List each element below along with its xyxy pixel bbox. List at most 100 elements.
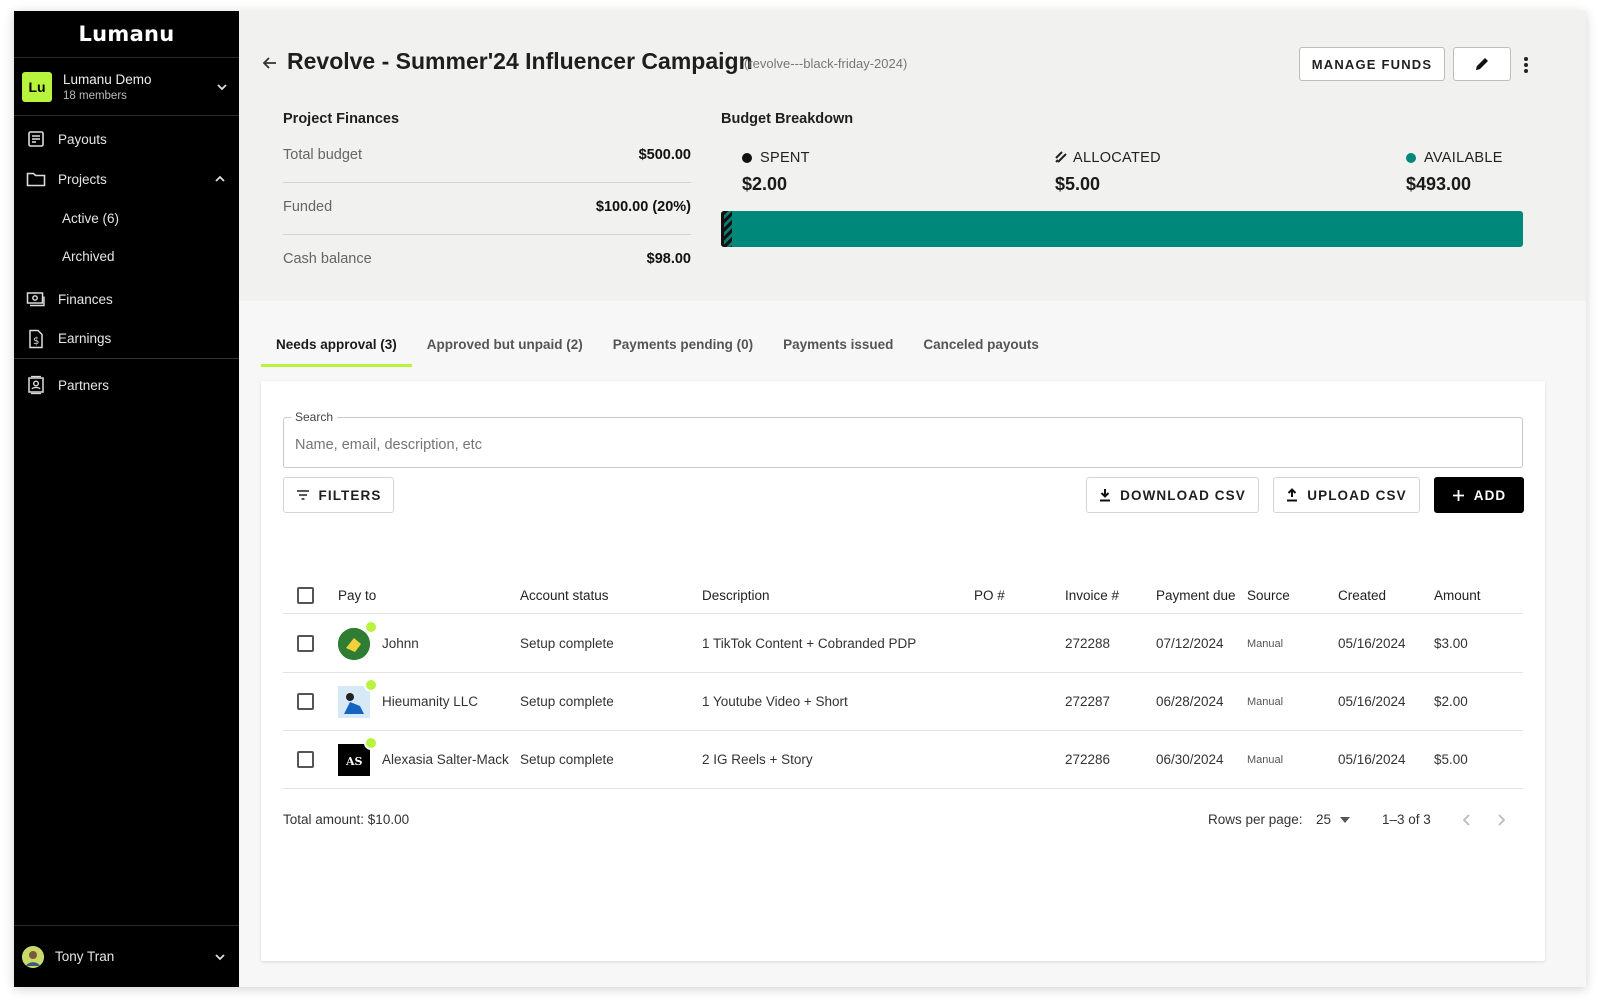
finance-label: Funded xyxy=(283,199,333,215)
rows-per-page-select[interactable]: 25 xyxy=(1316,812,1351,827)
amount: $2.00 xyxy=(1434,694,1468,709)
payee-name[interactable]: Alexasia Salter-Mack xyxy=(382,752,509,767)
account-status: Setup complete xyxy=(520,636,614,651)
sidebar-item-label: Earnings xyxy=(58,331,112,346)
account-status: Setup complete xyxy=(520,752,614,767)
manage-funds-button[interactable]: MANAGE FUNDS xyxy=(1299,47,1445,81)
org-switcher[interactable]: Lu Lumanu Demo 18 members xyxy=(14,58,239,116)
col-created[interactable]: Created xyxy=(1338,578,1386,613)
filter-icon xyxy=(296,490,309,500)
contacts-icon xyxy=(26,375,46,395)
created-date: 05/16/2024 xyxy=(1338,694,1406,709)
filters-button[interactable]: FILTERS xyxy=(283,477,394,513)
verified-icon xyxy=(364,735,378,750)
avatar xyxy=(338,619,378,660)
page-title: Revolve - Summer'24 Influencer Campaign xyxy=(287,48,753,74)
sidebar-item-projects[interactable]: Projects xyxy=(14,159,239,199)
sidebar-item-label: Finances xyxy=(58,291,113,307)
app-logo[interactable]: Lumanu xyxy=(14,11,239,58)
finance-value: $98.00 xyxy=(646,251,691,267)
project-header: Revolve - Summer'24 Influencer Campaign … xyxy=(239,11,1586,301)
col-invoice[interactable]: Invoice # xyxy=(1065,578,1119,613)
chevron-right-icon[interactable] xyxy=(1497,813,1507,827)
row-checkbox[interactable] xyxy=(297,693,314,710)
source: Manual xyxy=(1247,695,1284,708)
upload-icon xyxy=(1287,488,1298,502)
chevron-up-icon xyxy=(215,175,225,182)
select-all-checkbox[interactable] xyxy=(297,587,314,604)
budget-bar xyxy=(721,211,1523,247)
avatar xyxy=(338,677,378,718)
download-csv-button[interactable]: DOWNLOAD CSV xyxy=(1086,477,1259,513)
upload-csv-button[interactable]: UPLOAD CSV xyxy=(1273,477,1420,513)
sidebar-item-label: Payouts xyxy=(58,131,107,147)
col-description[interactable]: Description xyxy=(702,578,770,613)
finance-row-total-budget: Total budget $500.00 xyxy=(283,147,691,163)
table-row[interactable]: AS Alexasia Salter-Mack Setup complete 2… xyxy=(283,731,1523,789)
description: 1 Youtube Video + Short xyxy=(702,694,848,709)
legend-spent: SPENT xyxy=(742,150,810,166)
add-button[interactable]: ADD xyxy=(1434,477,1524,513)
col-payment-due[interactable]: Payment due xyxy=(1156,578,1236,613)
striped-icon xyxy=(1055,151,1067,163)
finance-value: $100.00 (20%) xyxy=(595,199,691,215)
description: 1 TikTok Content + Cobranded PDP xyxy=(702,636,917,651)
col-pay-to[interactable]: Pay to xyxy=(338,578,376,613)
sidebar-item-archived[interactable]: Archived xyxy=(14,237,239,275)
chevron-left-icon[interactable] xyxy=(1461,813,1471,827)
user-menu[interactable]: Tony Tran xyxy=(14,925,239,987)
sidebar-item-partners[interactable]: Partners xyxy=(14,365,239,405)
payee-name[interactable]: Hieumanity LLC xyxy=(382,694,478,709)
money-icon xyxy=(26,289,46,309)
amount: $3.00 xyxy=(1434,636,1468,651)
app-window: Lumanu Lu Lumanu Demo 18 members Payouts… xyxy=(14,11,1586,987)
table-row[interactable]: Johnn Setup complete 1 TikTok Content + … xyxy=(283,615,1523,673)
payee-name[interactable]: Johnn xyxy=(382,636,419,651)
col-account-status[interactable]: Account status xyxy=(520,578,609,613)
created-date: 05/16/2024 xyxy=(1338,752,1406,767)
divider xyxy=(283,182,691,183)
sidebar-item-earnings[interactable]: $ Earnings xyxy=(14,319,239,359)
payout-tabs: Needs approval (3) Approved but unpaid (… xyxy=(261,325,1054,367)
created-date: 05/16/2024 xyxy=(1338,636,1406,651)
edit-button[interactable] xyxy=(1453,47,1511,81)
available-dot-icon xyxy=(1406,153,1416,163)
row-checkbox[interactable] xyxy=(297,751,314,768)
search-input[interactable] xyxy=(295,437,1395,453)
col-po[interactable]: PO # xyxy=(974,578,1005,613)
spent-value: $2.00 xyxy=(742,174,788,194)
tab-canceled-payouts[interactable]: Canceled payouts xyxy=(908,325,1054,367)
org-badge: Lu xyxy=(22,71,52,102)
table-row[interactable]: Hieumanity LLC Setup complete 1 Youtube … xyxy=(283,673,1523,731)
pencil-icon xyxy=(1476,58,1488,70)
allocated-value: $5.00 xyxy=(1055,174,1101,194)
verified-icon xyxy=(364,619,378,634)
sidebar-item-payouts[interactable]: Payouts xyxy=(14,119,239,159)
spent-dot-icon xyxy=(742,153,752,163)
org-name: Lumanu Demo xyxy=(63,71,152,87)
available-value: $493.00 xyxy=(1406,174,1472,194)
tab-payments-issued[interactable]: Payments issued xyxy=(768,325,908,367)
avatar: AS xyxy=(338,735,378,776)
source: Manual xyxy=(1247,637,1284,650)
arrow-back-icon[interactable] xyxy=(261,54,279,72)
caret-down-icon xyxy=(1340,816,1351,823)
tab-needs-approval[interactable]: Needs approval (3) xyxy=(261,325,412,367)
tab-approved-unpaid[interactable]: Approved but unpaid (2) xyxy=(412,325,598,367)
payment-due: 07/12/2024 xyxy=(1156,636,1224,651)
more-options-icon[interactable] xyxy=(1517,54,1535,76)
verified-icon xyxy=(364,677,378,692)
invoice-number: 272286 xyxy=(1065,752,1111,767)
sidebar-item-finances[interactable]: Finances xyxy=(14,279,239,319)
total-amount: Total amount: $10.00 xyxy=(283,812,410,827)
svg-text:AS: AS xyxy=(345,755,363,768)
sidebar-item-active[interactable]: Active (6) xyxy=(14,199,239,237)
finance-row-funded: Funded $100.00 (20%) xyxy=(283,199,691,215)
invoice-number: 272287 xyxy=(1065,694,1111,709)
org-member-count: 18 members xyxy=(63,89,127,102)
col-amount[interactable]: Amount xyxy=(1434,578,1481,613)
row-checkbox[interactable] xyxy=(297,635,314,652)
rows-per-page-label: Rows per page: xyxy=(1208,812,1303,827)
col-source[interactable]: Source xyxy=(1247,578,1290,613)
tab-payments-pending[interactable]: Payments pending (0) xyxy=(598,325,768,367)
